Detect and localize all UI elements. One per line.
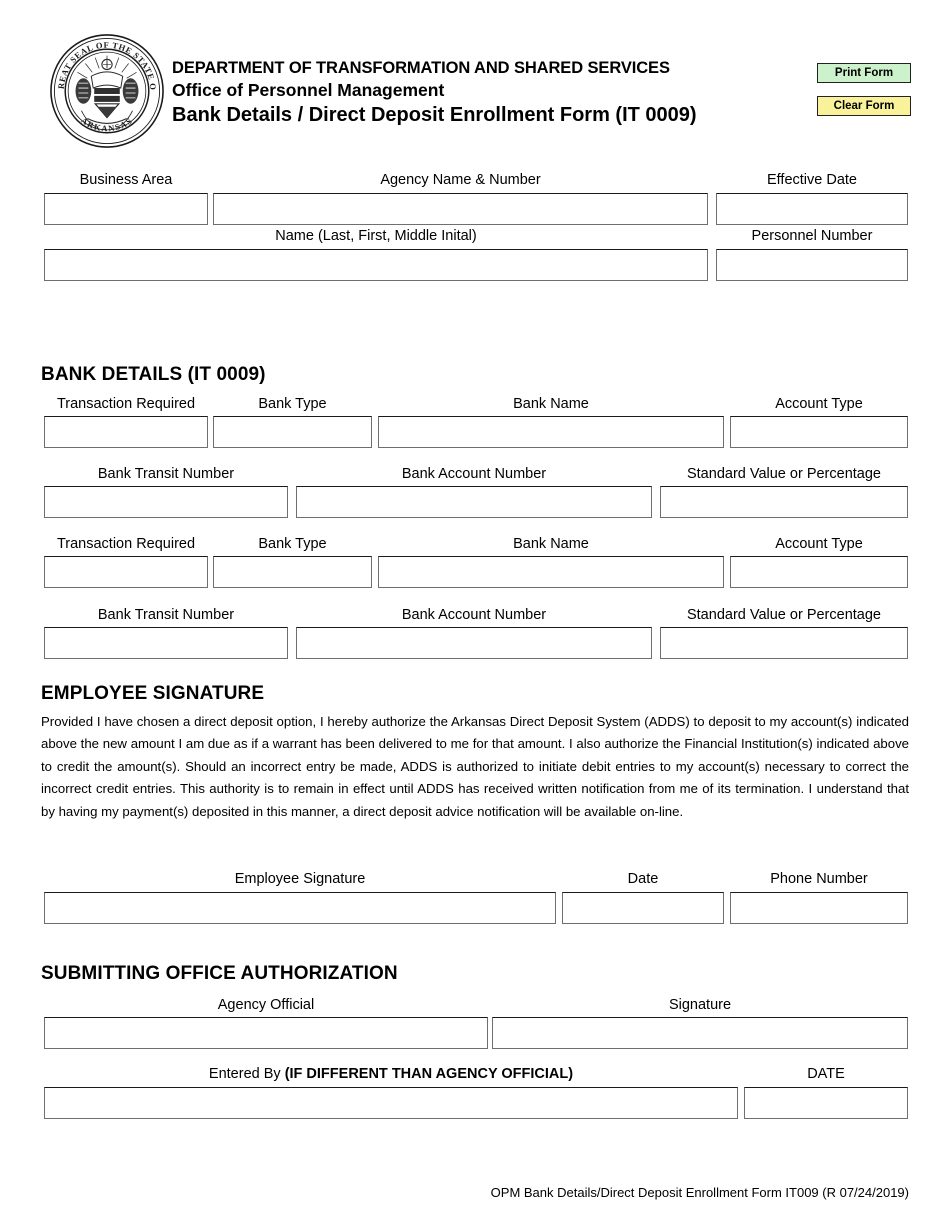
transaction-required-input-1[interactable] bbox=[44, 416, 208, 448]
employee-name-input[interactable] bbox=[44, 249, 708, 281]
agency-signature-input[interactable] bbox=[492, 1017, 908, 1049]
standard-value-or-percentage-input-1[interactable] bbox=[660, 486, 908, 518]
bank-transit-number-label-2: Bank Transit Number bbox=[97, 607, 235, 623]
bank-name-input-2[interactable] bbox=[378, 556, 724, 588]
bank-account-number-input-1[interactable] bbox=[296, 486, 652, 518]
bank-name-label-2: Bank Name bbox=[513, 536, 589, 552]
clear-form-button[interactable]: Clear Form bbox=[817, 96, 911, 116]
bank-details-heading: BANK DETAILS (IT 0009) bbox=[41, 364, 266, 385]
bank-name-input-1[interactable] bbox=[378, 416, 724, 448]
submitting-office-heading: SUBMITTING OFFICE AUTHORIZATION bbox=[41, 963, 398, 984]
phone-number-label: Phone Number bbox=[770, 871, 868, 887]
employee-signature-date-label: Date bbox=[627, 871, 659, 887]
agency-official-label: Agency Official bbox=[217, 997, 315, 1013]
page-header: GREAT SEAL OF THE STATE OF ARKANSAS bbox=[0, 0, 950, 160]
consent-paragraph: Provided I have chosen a direct deposit … bbox=[41, 714, 909, 819]
arkansas-state-seal-icon: GREAT SEAL OF THE STATE OF ARKANSAS bbox=[44, 24, 166, 150]
account-type-label-2: Account Type bbox=[775, 536, 863, 552]
bank-type-label-2: Bank Type bbox=[258, 536, 327, 552]
transaction-required-label-1: Transaction Required bbox=[56, 396, 196, 412]
header-title-block: DEPARTMENT OF TRANSFORMATION AND SHARED … bbox=[172, 58, 697, 129]
effective-date-label: Effective Date bbox=[766, 172, 857, 188]
employee-signature-heading: EMPLOYEE SIGNATURE bbox=[41, 683, 265, 704]
employee-name-label: Name (Last, First, Middle Inital) bbox=[275, 228, 477, 244]
agency-signature-label: Signature bbox=[668, 997, 732, 1013]
bank-type-input-1[interactable] bbox=[213, 416, 372, 448]
bank-transit-number-input-1[interactable] bbox=[44, 486, 288, 518]
form-footer-text: OPM Bank Details/Direct Deposit Enrollme… bbox=[490, 1185, 909, 1200]
account-type-input-1[interactable] bbox=[730, 416, 908, 448]
phone-number-input[interactable] bbox=[730, 892, 908, 924]
bank-transit-number-input-2[interactable] bbox=[44, 627, 288, 659]
entered-by-input[interactable] bbox=[44, 1087, 738, 1119]
employee-signature-input[interactable] bbox=[44, 892, 556, 924]
page-title: Bank Details / Direct Deposit Enrollment… bbox=[172, 104, 697, 126]
agency-name-number-label: Agency Name & Number bbox=[380, 172, 541, 188]
agency-official-input[interactable] bbox=[44, 1017, 488, 1049]
print-form-button[interactable]: Print Form bbox=[817, 63, 911, 83]
submitting-office-date-label: DATE bbox=[807, 1066, 845, 1082]
entered-by-label: Entered By (IF DIFFERENT THAN AGENCY OFF… bbox=[44, 1066, 738, 1083]
entered-by-label-bold: (IF DIFFERENT THAN AGENCY OFFICIAL) bbox=[284, 1066, 574, 1082]
account-type-input-2[interactable] bbox=[730, 556, 908, 588]
entered-by-label-normal: Entered By bbox=[208, 1066, 285, 1082]
personnel-number-input[interactable] bbox=[716, 249, 908, 281]
office-title: Office of Personnel Management bbox=[172, 80, 445, 100]
bank-transit-number-label-1: Bank Transit Number bbox=[97, 466, 235, 482]
bank-account-number-label-1: Bank Account Number bbox=[401, 466, 547, 482]
bank-account-number-input-2[interactable] bbox=[296, 627, 652, 659]
transaction-required-label-2: Transaction Required bbox=[56, 536, 196, 552]
department-title: DEPARTMENT OF TRANSFORMATION AND SHARED … bbox=[172, 59, 670, 77]
personnel-number-label: Personnel Number bbox=[751, 228, 873, 244]
standard-value-or-percentage-label-2: Standard Value or Percentage bbox=[686, 607, 881, 623]
bank-name-label-1: Bank Name bbox=[513, 396, 589, 412]
business-area-label: Business Area bbox=[79, 172, 173, 188]
standard-value-or-percentage-label-1: Standard Value or Percentage bbox=[686, 466, 881, 482]
business-area-input[interactable] bbox=[44, 193, 208, 225]
standard-value-or-percentage-input-2[interactable] bbox=[660, 627, 908, 659]
transaction-required-input-2[interactable] bbox=[44, 556, 208, 588]
employee-signature-date-input[interactable] bbox=[562, 892, 724, 924]
submitting-office-date-input[interactable] bbox=[744, 1087, 908, 1119]
effective-date-input[interactable] bbox=[716, 193, 908, 225]
bank-type-input-2[interactable] bbox=[213, 556, 372, 588]
bank-account-number-label-2: Bank Account Number bbox=[401, 607, 547, 623]
bank-type-label-1: Bank Type bbox=[258, 396, 327, 412]
account-type-label-1: Account Type bbox=[775, 396, 863, 412]
employee-signature-label: Employee Signature bbox=[234, 871, 366, 887]
agency-name-number-input[interactable] bbox=[213, 193, 708, 225]
